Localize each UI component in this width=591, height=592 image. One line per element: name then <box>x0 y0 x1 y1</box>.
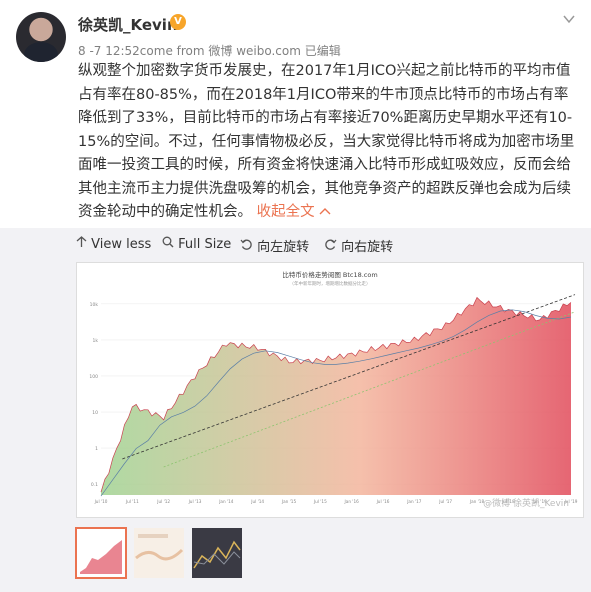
view-less-label: View less <box>91 237 152 252</box>
full-size-label: Full Size <box>178 237 232 252</box>
full-size-button[interactable]: Full Size <box>162 236 231 252</box>
watermark: @微博 徐英凯_Kevin <box>483 497 569 509</box>
chevron-up-icon <box>319 204 331 220</box>
price-area <box>101 297 571 495</box>
x-tick-label: Jul '14 <box>250 499 264 504</box>
post-meta: 8 -7 12:52come from 微博 weibo.com 已编辑 <box>78 44 341 58</box>
post-body: 纵观整个加密数字货币发展史，在2017年1月ICO兴起之前比特币的平均市值占有率… <box>78 63 575 220</box>
author-name[interactable]: 徐英凯_Kevin <box>78 14 178 35</box>
rotate-right-icon <box>324 239 341 255</box>
chart-image[interactable]: 比特币价格走势阅图 Btc18.com （年中新年期时，增期增比数据分比走） 1… <box>76 262 584 518</box>
avatar[interactable] <box>16 12 66 62</box>
arrow-up-icon <box>76 236 91 252</box>
y-tick-label: 1 <box>95 446 98 452</box>
y-tick-label: 100 <box>89 374 98 380</box>
rotate-left-button[interactable]: 向左旋转 <box>240 236 309 255</box>
x-tick-label: Jan '18 <box>469 499 485 504</box>
x-tick-label: Jan '14 <box>218 499 234 504</box>
post-text: 纵观整个加密数字货币发展史，在2017年1月ICO兴起之前比特币的平均市值占有率… <box>78 60 578 225</box>
thumbnail-2[interactable] <box>134 528 184 578</box>
rotate-left-label: 向左旋转 <box>257 240 310 255</box>
chevron-down-icon[interactable] <box>562 12 576 26</box>
rotate-right-button[interactable]: 向右旋转 <box>324 236 393 255</box>
rotate-left-icon <box>240 239 257 255</box>
chart-subtitle: （年中新年期时，增期增比数据分比走） <box>290 280 371 287</box>
y-axis-ticks: 10k 1k 100 10 1 0.1 <box>89 302 98 488</box>
collapse-label: 收起全文 <box>256 204 315 220</box>
x-tick-label: Jan '17 <box>406 499 422 504</box>
rotate-right-label: 向右旋转 <box>341 240 394 255</box>
chart-title: 比特币价格走势阅图 Btc18.com <box>282 270 377 279</box>
collapse-link[interactable]: 收起全文 <box>257 204 332 220</box>
y-tick-label: 0.1 <box>91 482 98 488</box>
x-tick-label: Jul '11 <box>125 499 139 504</box>
v-badge-icon: V <box>170 14 186 30</box>
y-tick-label: 10 <box>92 410 98 416</box>
price-chart: 比特币价格走势阅图 Btc18.com （年中新年期时，增期增比数据分比走） 1… <box>89 270 577 509</box>
x-tick-label: Jan '16 <box>344 499 360 504</box>
x-tick-label: Jul '15 <box>313 499 327 504</box>
weibo-post: 徐英凯_Kevin V 8 -7 12:52come from 微博 weibo… <box>0 0 591 592</box>
thumbnail-1[interactable] <box>75 527 127 579</box>
x-tick-label: Jul '16 <box>376 499 390 504</box>
x-tick-label: Jul '13 <box>188 499 202 504</box>
x-tick-label: Jul '12 <box>156 499 170 504</box>
view-less-button[interactable]: View less <box>76 236 151 252</box>
x-tick-label: Jul '17 <box>438 499 452 504</box>
y-tick-label: 10k <box>90 302 99 308</box>
x-tick-label: Jan '15 <box>281 499 297 504</box>
y-tick-label: 1k <box>93 338 99 344</box>
search-icon <box>162 236 178 252</box>
x-tick-label: Jul '10 <box>94 499 108 504</box>
thumbnail-3[interactable] <box>192 528 242 578</box>
